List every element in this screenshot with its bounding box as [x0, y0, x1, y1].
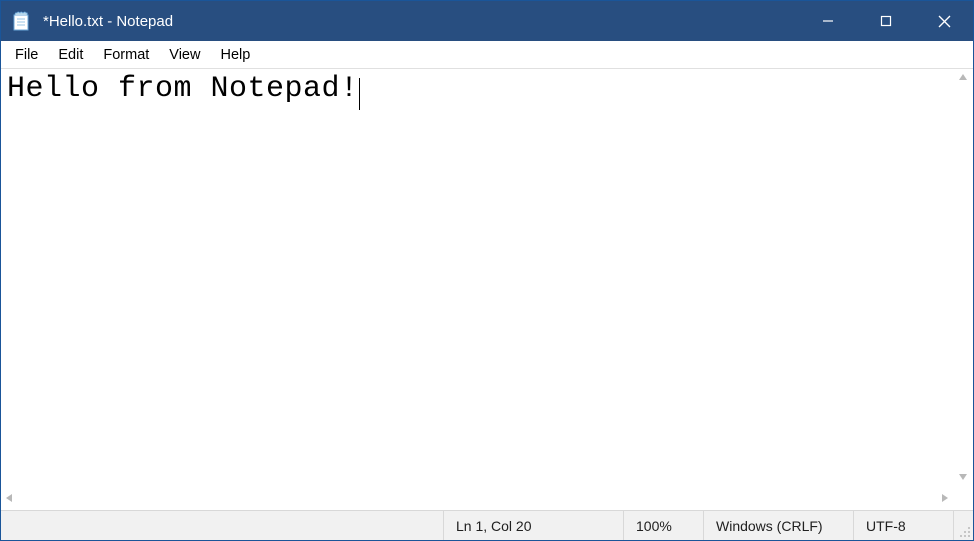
status-encoding: UTF-8 [853, 511, 953, 540]
status-bar: Ln 1, Col 20 100% Windows (CRLF) UTF-8 [1, 510, 973, 540]
menu-edit[interactable]: Edit [48, 44, 93, 66]
text-caret [359, 78, 360, 110]
menu-file[interactable]: File [5, 44, 48, 66]
scroll-down-icon[interactable] [958, 473, 968, 484]
resize-grip[interactable] [953, 511, 973, 540]
notepad-window: *Hello.txt - Notepad File Edit Format Vi… [0, 0, 974, 541]
window-controls [799, 1, 973, 41]
window-title: *Hello.txt - Notepad [41, 13, 799, 30]
app-icon [1, 1, 41, 41]
vertical-scrollbar[interactable] [953, 69, 973, 488]
maximize-button[interactable] [857, 1, 915, 41]
scroll-right-icon[interactable] [941, 493, 949, 506]
status-spacer [1, 511, 443, 540]
editor-area: Hello from Notepad! [1, 69, 973, 510]
text-editor[interactable]: Hello from Notepad! [1, 69, 973, 488]
minimize-button[interactable] [799, 1, 857, 41]
horizontal-scrollbar[interactable] [1, 488, 953, 510]
menu-format[interactable]: Format [93, 44, 159, 66]
scroll-up-icon[interactable] [958, 73, 968, 84]
close-button[interactable] [915, 1, 973, 41]
menu-bar: File Edit Format View Help [1, 41, 973, 69]
scroll-left-icon[interactable] [5, 493, 13, 506]
status-line-ending: Windows (CRLF) [703, 511, 853, 540]
editor-content: Hello from Notepad! [7, 72, 359, 106]
status-zoom: 100% [623, 511, 703, 540]
menu-view[interactable]: View [159, 44, 210, 66]
menu-help[interactable]: Help [210, 44, 260, 66]
title-bar[interactable]: *Hello.txt - Notepad [1, 1, 973, 41]
status-cursor-position: Ln 1, Col 20 [443, 511, 623, 540]
